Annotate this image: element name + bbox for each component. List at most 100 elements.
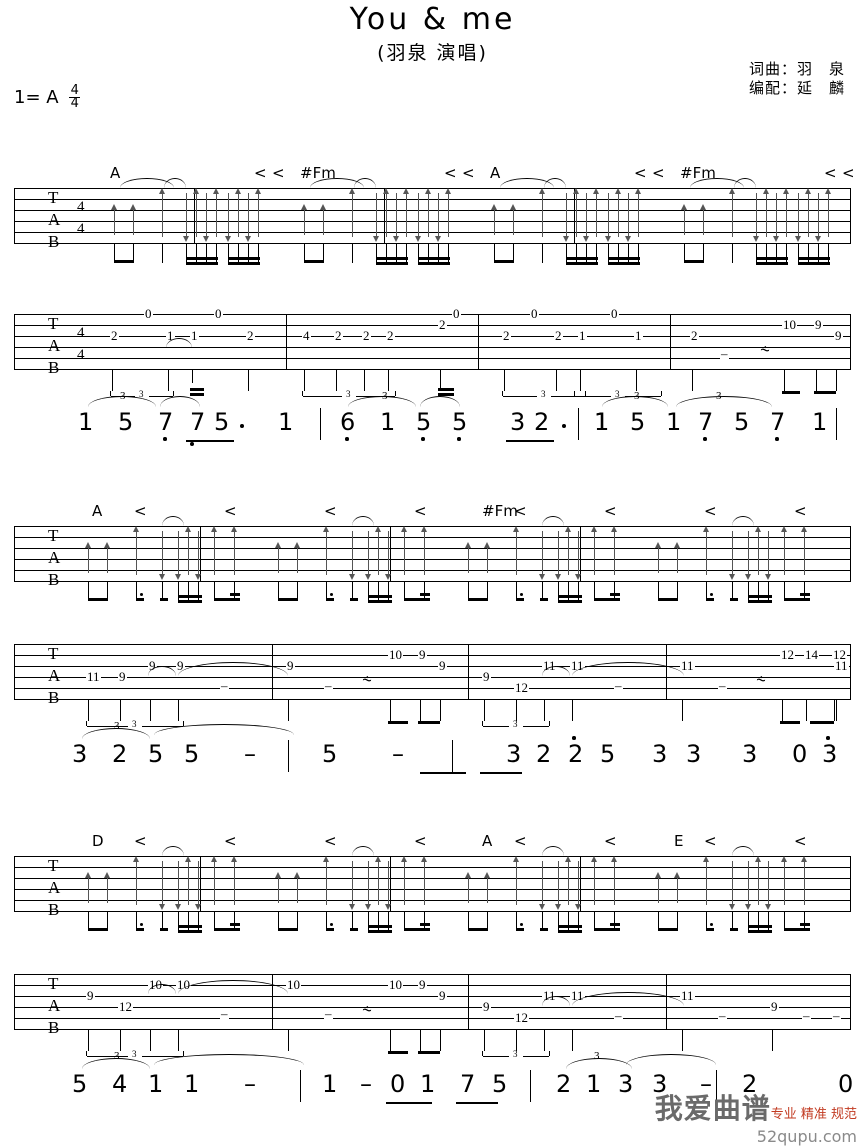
rhythm-beam bbox=[730, 928, 738, 931]
note-beam bbox=[388, 721, 408, 724]
rhythm-stem bbox=[198, 581, 199, 601]
fret-number: – bbox=[718, 1008, 727, 1023]
rhythm-stem bbox=[378, 581, 379, 601]
staff-line bbox=[14, 199, 851, 200]
strum-arrow-up bbox=[185, 526, 191, 576]
accent-mark: < bbox=[794, 832, 807, 850]
rhythm-stem bbox=[388, 911, 389, 931]
tie-arc bbox=[162, 516, 184, 526]
jianpu-note: 5 bbox=[322, 740, 338, 768]
rhythm-stem bbox=[558, 911, 559, 931]
rhythm-beam bbox=[418, 262, 450, 265]
jianpu-1-m4-notes: 1 bbox=[0, 408, 865, 454]
rhythm-stem bbox=[818, 243, 819, 263]
fret-number: 9 bbox=[118, 669, 127, 684]
strum-arrow-up bbox=[611, 856, 617, 906]
note-stem bbox=[782, 699, 783, 721]
fret-number: 0 bbox=[214, 306, 223, 321]
barline bbox=[580, 856, 581, 911]
rhythm-beam bbox=[178, 595, 202, 598]
jianpu-note: 2 bbox=[556, 1070, 572, 1098]
rhythm-beam bbox=[404, 928, 430, 931]
jianpu-note: 1 bbox=[586, 1070, 602, 1098]
rhythm-beam bbox=[368, 595, 392, 598]
rhythm-stem bbox=[178, 911, 179, 931]
strum-arrow-up bbox=[539, 188, 545, 238]
strum-arrow-up bbox=[781, 526, 787, 576]
staff-line bbox=[14, 644, 851, 645]
lyric-credit: 词曲：羽 泉 bbox=[748, 60, 845, 78]
jianpu-note: 3 bbox=[506, 740, 522, 768]
jianpu-note: 5 bbox=[184, 740, 200, 768]
rhythm-beam bbox=[278, 598, 298, 601]
strum-arrow-up bbox=[111, 203, 117, 235]
rhythm-beam bbox=[230, 593, 240, 596]
tie-arc bbox=[542, 996, 570, 1006]
strum-arrow-up bbox=[445, 188, 451, 238]
note-stem bbox=[440, 699, 441, 721]
staff-label-b: B bbox=[48, 358, 60, 377]
rhythm-stem bbox=[238, 243, 239, 263]
strum-arrow-up bbox=[133, 856, 139, 906]
strum-arrow-dn bbox=[575, 861, 581, 911]
barline bbox=[384, 188, 385, 243]
time-bottom-staff: 4 bbox=[77, 347, 85, 363]
rhythm-stem bbox=[578, 911, 579, 931]
strum-arrow-up bbox=[211, 526, 217, 576]
strum-arrow-dn bbox=[195, 531, 201, 581]
note-stem bbox=[420, 1029, 421, 1051]
jianpu-underline bbox=[480, 772, 522, 774]
fret-number: 2 bbox=[362, 328, 371, 343]
accent-mark: < bbox=[224, 832, 237, 850]
strum-arrow-up bbox=[323, 526, 329, 576]
staff-line bbox=[14, 867, 851, 868]
chord-label: D bbox=[92, 832, 104, 850]
time-top-staff: 4 bbox=[77, 199, 85, 215]
rhythm-stem bbox=[438, 243, 439, 263]
rhythm-stem bbox=[378, 911, 379, 931]
accent-mark: < bbox=[462, 164, 475, 182]
barline bbox=[574, 188, 575, 243]
fret-number: 2 bbox=[502, 328, 511, 343]
jianpu-note: 7 bbox=[460, 1070, 476, 1098]
accent-mark: < bbox=[842, 164, 855, 182]
staff-line bbox=[14, 188, 851, 189]
strum-arrow-dn bbox=[203, 193, 209, 243]
rhythm-stem bbox=[258, 243, 259, 263]
rhythm-beam bbox=[608, 257, 640, 260]
note-stem bbox=[806, 699, 807, 721]
jianpu-note: 2 bbox=[568, 740, 584, 768]
fret-number: 1 bbox=[578, 328, 587, 343]
strum-arrow-up bbox=[235, 188, 241, 238]
fret-number: 11 bbox=[680, 658, 695, 673]
rhythm-beam bbox=[516, 928, 524, 931]
note-stem bbox=[178, 1029, 179, 1051]
rhythm-beam bbox=[404, 598, 430, 601]
strum-arrow-dn bbox=[183, 193, 189, 243]
staff-line bbox=[14, 537, 851, 538]
strum-arrow-up bbox=[213, 188, 219, 238]
note-stem bbox=[168, 369, 169, 391]
fret-number: 10 bbox=[388, 647, 403, 662]
strum-arrow-up bbox=[275, 871, 281, 903]
strum-arrow-dn bbox=[365, 861, 371, 911]
fret-number: 9 bbox=[834, 328, 843, 343]
triplet-number: 3 bbox=[132, 719, 137, 729]
jianpu-note: 1 bbox=[148, 1070, 164, 1098]
strum-arrow-up bbox=[801, 526, 807, 576]
accent-mark: < bbox=[604, 832, 617, 850]
rhythm-stem bbox=[748, 581, 749, 601]
rhythm-stem bbox=[568, 581, 569, 601]
accent-mark: < bbox=[604, 502, 617, 520]
rhythm-beam bbox=[756, 262, 788, 265]
tie-arc bbox=[166, 338, 192, 348]
rhythm-stem bbox=[188, 581, 189, 601]
staff-line bbox=[14, 699, 851, 700]
note-stem bbox=[572, 699, 573, 721]
jianpu-dash: – bbox=[392, 740, 404, 768]
triplet-number: 3 bbox=[513, 719, 518, 729]
rhythm-beam bbox=[304, 260, 324, 263]
rhythm-beam bbox=[88, 598, 108, 601]
note-stem bbox=[580, 369, 581, 391]
staff-label-a: A bbox=[48, 996, 61, 1015]
